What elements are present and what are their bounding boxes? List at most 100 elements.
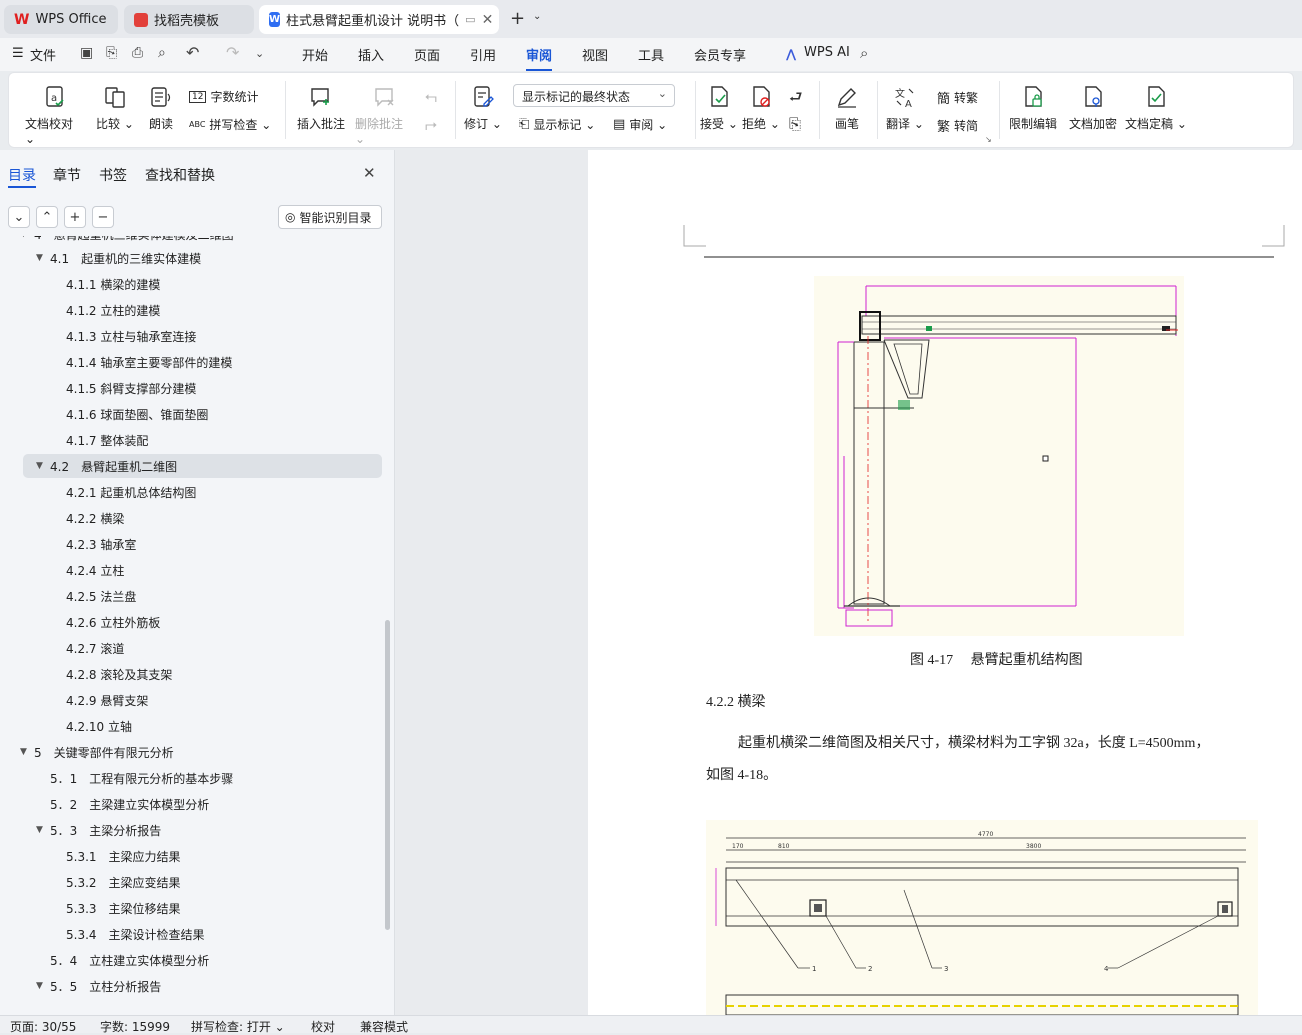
menu-file[interactable]: 文件 (30, 45, 56, 64)
dialog-launcher-icon[interactable]: ↘ (985, 135, 992, 144)
show-markup-button[interactable]: ⎗ 显示标记 ⌄ (519, 116, 595, 133)
tab-wps-office[interactable]: W WPS Office (4, 5, 118, 34)
tab-bookmarks[interactable]: 书签 (99, 165, 127, 185)
read-aloud-button[interactable]: 朗读 (143, 85, 179, 132)
menu-member[interactable]: 会员专享 (694, 45, 746, 64)
print-preview-icon[interactable]: ⌕ (158, 45, 166, 61)
new-tab-icon[interactable]: + (510, 8, 525, 29)
toc-item[interactable]: 5．4 立柱建立实体模型分析 (0, 948, 380, 972)
menu-tools[interactable]: 工具 (638, 45, 664, 64)
export-pdf-icon[interactable]: ⎘ (106, 45, 117, 61)
toc-item[interactable]: 5．2 主梁建立实体模型分析 (0, 792, 380, 816)
toc-item[interactable]: 4.1.4 轴承室主要零部件的建模 (0, 350, 380, 374)
save-icon[interactable]: ▣ (80, 45, 93, 61)
compare-button[interactable]: 比较 ⌄ (93, 85, 137, 132)
menu-wps-ai[interactable]: WPS AI (804, 45, 850, 60)
toc-item[interactable]: ▼ 4.2 悬臂起重机二维图 (23, 454, 382, 478)
menu-page[interactable]: 页面 (414, 45, 440, 64)
undo-icon[interactable]: ↶ (186, 43, 199, 62)
menu-reference[interactable]: 引用 (470, 45, 496, 64)
toc-scrollbar[interactable] (385, 620, 390, 930)
print-icon[interactable]: ⎙ (132, 45, 143, 61)
tab-template[interactable]: 找稻壳模板 (124, 5, 254, 34)
toc-item[interactable]: 5.3.3 主梁位移结果 (0, 896, 380, 920)
menu-start[interactable]: 开始 (302, 45, 328, 64)
search-icon[interactable]: ⌕ (860, 44, 868, 62)
beam-drawing[interactable]: 4770 170 810 3800 1 2 3 4 (706, 820, 1258, 1015)
toc-item[interactable]: ▼ 4.1 起重机的三维实体建模 (0, 246, 380, 270)
more-chevron-icon[interactable]: ⌄ (255, 47, 264, 60)
toc-item[interactable]: 4.1.3 立柱与轴承室连接 (0, 324, 380, 348)
finalize-button[interactable]: 文档定稿 ⌄ (1125, 85, 1187, 132)
toc-item[interactable]: 4.2.6 立柱外筋板 (0, 610, 380, 634)
toc-item[interactable]: 4.2.1 起重机总体结构图 (0, 480, 380, 504)
expand-caret-icon[interactable]: ▼ (36, 461, 43, 471)
add-heading-button[interactable]: + (64, 206, 86, 228)
toc-item[interactable]: ▼ 5 关键零部件有限元分析 (0, 740, 380, 764)
close-icon[interactable]: ✕ (482, 12, 494, 28)
expand-caret-icon[interactable]: ▼ (20, 747, 27, 757)
toc-item[interactable]: 5．1 工程有限元分析的基本步骤 (0, 766, 380, 790)
remove-heading-button[interactable]: − (92, 206, 114, 228)
status-spell-check[interactable]: 拼写检查: 打开 ⌄ (191, 1018, 285, 1035)
tab-document[interactable]: W 柱式悬臂起重机设计 说明书（ ▭ ✕ (259, 5, 499, 34)
word-count-button[interactable]: 12 字数统计 (189, 88, 258, 105)
menu-view[interactable]: 视图 (582, 45, 608, 64)
spell-check-button[interactable]: ABC 拼写检查 ⌄ (189, 116, 271, 133)
to-simplified-button[interactable]: 繁 转简 (937, 116, 978, 135)
toc-item[interactable]: 4.2.7 滚道 (0, 636, 380, 660)
chevron-down-icon[interactable]: ⌄ (533, 11, 541, 22)
doc-check-button[interactable]: a 文档校对 ⌄ (25, 85, 85, 146)
encrypt-button[interactable]: 文档加密 (1067, 85, 1119, 132)
toc-item[interactable]: 4.2.5 法兰盘 (0, 584, 380, 608)
status-word-count[interactable]: 字数: 15999 (100, 1018, 170, 1035)
toc-item[interactable]: ▼ 5．3 主梁分析报告 (0, 818, 380, 842)
expand-caret-icon[interactable]: ▼ (36, 253, 43, 263)
status-proofread[interactable]: 校对 (311, 1018, 335, 1035)
toc-item[interactable]: 4.1.7 整体装配 (0, 428, 380, 452)
toc-item[interactable]: 4.2.8 滚轮及其支架 (0, 662, 380, 686)
delete-comment-button[interactable]: 删除批注 ⌄ (355, 85, 415, 146)
toc-item[interactable]: 4.1.5 斜臂支撑部分建模 (0, 376, 380, 400)
pen-button[interactable]: 画笔 (829, 85, 865, 132)
next-change-icon[interactable]: ⎘ (789, 115, 801, 133)
to-traditional-button[interactable]: 簡 转繁 (937, 88, 978, 107)
expand-caret-icon[interactable]: ▼ (36, 825, 43, 835)
toc-item[interactable]: 4.1.2 立柱的建模 (0, 298, 380, 322)
toc-item[interactable]: 4.2.3 轴承室 (0, 532, 380, 556)
reject-button[interactable]: 拒绝 ⌄ (741, 85, 781, 132)
redo-icon[interactable]: ↷ (226, 43, 239, 62)
insert-comment-button[interactable]: 插入批注 (295, 85, 347, 132)
previous-change-icon[interactable]: ⮐ (789, 87, 803, 112)
markup-state-select[interactable]: 显示标记的最终状态 ⌄ (513, 84, 675, 107)
status-page[interactable]: 页面: 30/55 (10, 1018, 76, 1035)
hamburger-icon[interactable]: ☰ (12, 46, 24, 61)
previous-comment-icon[interactable]: ⮢ (425, 87, 437, 105)
tab-find-replace[interactable]: 查找和替换 (145, 165, 215, 185)
close-pane-icon[interactable]: ✕ (363, 164, 376, 182)
restrict-edit-button[interactable]: 限制编辑 (1007, 85, 1059, 132)
toc-item[interactable]: ▼ 4 悬臂起重机三维实体建模及二维图 (0, 236, 380, 246)
review-pane-button[interactable]: ▤ 审阅 ⌄ (613, 116, 667, 133)
toc-item[interactable]: 5.3.4 主梁设计检查结果 (0, 922, 380, 946)
expand-caret-icon[interactable]: ▼ (20, 236, 27, 239)
crane-structure-drawing[interactable] (814, 276, 1184, 636)
collapse-all-button[interactable]: ⌄ (8, 206, 30, 228)
expand-caret-icon[interactable]: ▼ (36, 981, 43, 991)
smart-toc-button[interactable]: ◎ 智能识别目录 (278, 205, 382, 229)
translate-button[interactable]: 文A 翻译 ⌄ (885, 85, 925, 132)
menu-review[interactable]: 审阅 (526, 45, 553, 71)
toc-item[interactable]: 5.3.1 主梁应力结果 (0, 844, 380, 868)
menu-insert[interactable]: 插入 (358, 45, 384, 64)
toc-item[interactable]: 4.1.1 横梁的建模 (0, 272, 380, 296)
expand-up-button[interactable]: ⌃ (36, 206, 58, 228)
toc-item[interactable]: 4.1.6 球面垫圈、锥面垫圈 (0, 402, 380, 426)
toc-item[interactable]: 4.2.2 横梁 (0, 506, 380, 530)
document-page[interactable]: 图 4-17 悬臂起重机结构图 4.2.2 横梁 起重机横梁二维简图及相关尺寸，… (588, 150, 1302, 1015)
tab-chapters[interactable]: 章节 (53, 165, 81, 185)
toc-item[interactable]: 4.2.9 悬臂支架 (0, 688, 380, 712)
next-comment-icon[interactable]: ⮣ (425, 115, 437, 133)
toc-item[interactable]: 4.2.4 立柱 (0, 558, 380, 582)
revise-button[interactable]: 修订 ⌄ (463, 85, 503, 132)
accept-button[interactable]: 接受 ⌄ (699, 85, 739, 132)
